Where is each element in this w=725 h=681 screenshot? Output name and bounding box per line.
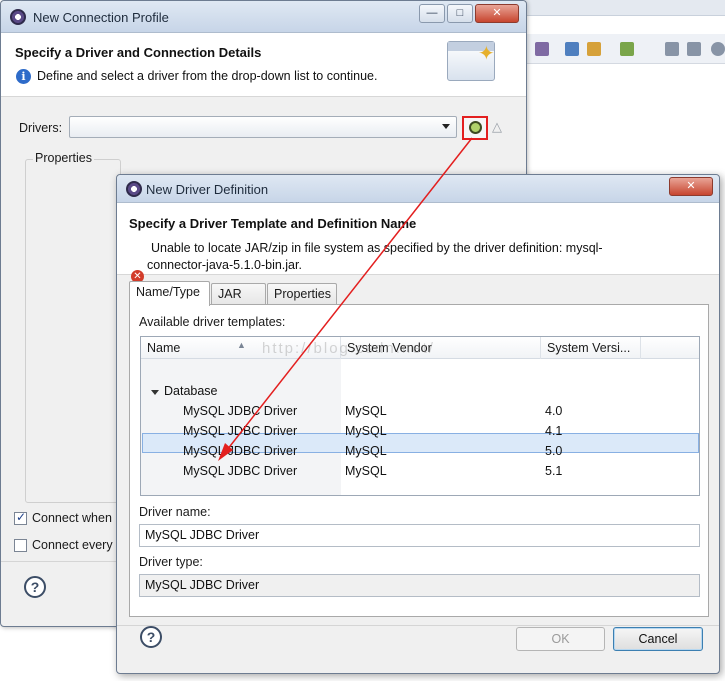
table-row-selected[interactable]: MySQL JDBC Driver <box>183 464 297 478</box>
row-vendor: MySQL <box>345 424 387 438</box>
drivers-label: Drivers: <box>19 121 63 135</box>
tree-category[interactable]: Database <box>164 384 218 398</box>
row-version: 5.1 <box>545 464 563 478</box>
window-title: New Connection Profile <box>33 10 169 25</box>
connect-when-label: Connect when <box>32 511 112 525</box>
column-header-version[interactable]: System Versi... <box>541 337 641 359</box>
table-row[interactable]: MySQL JDBC Driver <box>183 424 297 438</box>
connect-every-label: Connect every <box>32 538 113 552</box>
driver-name-field[interactable]: MySQL JDBC Driver <box>139 524 700 547</box>
sort-arrow-icon: ▲ <box>237 340 246 350</box>
window-title: New Driver Definition <box>146 182 269 197</box>
titlebar: New Driver Definition ✕ <box>117 175 719 203</box>
toolbar-icon[interactable] <box>587 42 601 56</box>
properties-label: Properties <box>33 151 94 165</box>
wizard-banner: Specify a Driver Template and Definition… <box>117 203 719 283</box>
banner-message: Define and select a driver from the drop… <box>37 69 378 83</box>
row-version: 4.1 <box>545 424 563 438</box>
row-vendor: MySQL <box>345 464 387 478</box>
sparkle-icon: ✦ <box>478 43 495 65</box>
row-version: 4.0 <box>545 404 563 418</box>
tab-name-type[interactable]: Name/Type <box>129 281 210 306</box>
row-version: 5.0 <box>545 444 563 458</box>
tab-jar-list[interactable]: JAR List <box>211 283 266 321</box>
properties-group <box>25 159 121 503</box>
edit-driver-icon[interactable]: △ <box>492 119 502 135</box>
ide-titlebar <box>525 0 725 16</box>
help-icon[interactable]: ? <box>24 576 46 598</box>
help-icon[interactable]: ? <box>140 626 162 648</box>
toolbar-icon[interactable] <box>565 42 579 56</box>
eclipse-icon <box>126 181 142 197</box>
close-button[interactable]: ✕ <box>669 177 713 196</box>
toolbar-icon[interactable] <box>620 42 634 56</box>
titlebar: New Connection Profile — □ ✕ <box>1 1 526 33</box>
row-vendor: MySQL <box>345 444 387 458</box>
table-row[interactable]: MySQL JDBC Driver <box>183 404 297 418</box>
toolbar-icon[interactable] <box>535 42 549 56</box>
banner-title: Specify a Driver Template and Definition… <box>129 216 417 231</box>
info-icon: i <box>16 69 31 84</box>
connect-every-checkbox[interactable] <box>14 539 27 552</box>
driver-name-label: Driver name: <box>139 505 211 519</box>
driver-type-field: MySQL JDBC Driver <box>139 574 700 597</box>
toolbar-icon[interactable] <box>711 42 725 56</box>
divider <box>117 625 719 626</box>
error-message-line1: Unable to locate JAR/zip in file system … <box>151 241 603 255</box>
close-button[interactable]: ✕ <box>475 4 519 23</box>
tab-properties[interactable]: Properties <box>267 283 337 305</box>
watermark-text: http://blog.csdn.net/ <box>262 340 435 357</box>
cancel-button[interactable]: Cancel <box>613 627 703 651</box>
driver-type-label: Driver type: <box>139 555 203 569</box>
templates-label: Available driver templates: <box>139 315 286 329</box>
row-vendor: MySQL <box>345 404 387 418</box>
new-driver-definition-button[interactable] <box>462 116 488 140</box>
add-driver-icon <box>469 121 482 134</box>
connect-when-checkbox[interactable] <box>14 510 27 525</box>
ide-toolbar <box>525 34 725 64</box>
eclipse-icon <box>10 9 26 25</box>
toolbar-icon[interactable] <box>687 42 701 56</box>
collapse-arrow-icon[interactable] <box>151 390 159 395</box>
ok-button[interactable]: OK <box>516 627 605 651</box>
new-driver-definition-dialog: New Driver Definition ✕ Specify a Driver… <box>116 174 720 674</box>
driver-templates-tree[interactable]: Name ▲ System Vendor System Versi... Data… <box>140 336 700 496</box>
error-message-line2: connector-java-5.1.0-bin.jar. <box>147 258 302 272</box>
table-row[interactable]: MySQL JDBC Driver <box>183 444 297 458</box>
toolbar-icon[interactable] <box>665 42 679 56</box>
chevron-down-icon <box>442 124 450 129</box>
banner-title: Specify a Driver and Connection Details <box>15 45 262 60</box>
maximize-button[interactable]: □ <box>447 4 473 23</box>
minimize-button[interactable]: — <box>419 4 445 23</box>
drivers-combo[interactable] <box>69 116 457 138</box>
